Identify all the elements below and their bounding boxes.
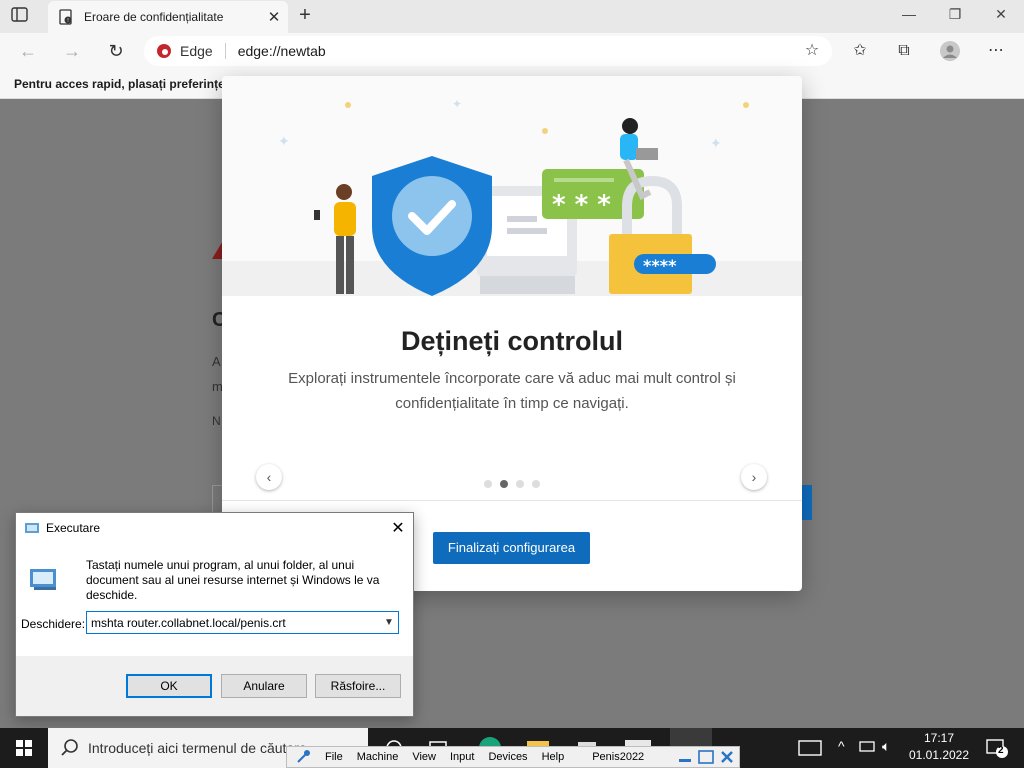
open-input-value: mshta router.collabnet.local/penis.crt <box>91 615 286 630</box>
minimize-vm-icon[interactable] <box>678 750 692 764</box>
page-text-fragment: N <box>212 414 221 428</box>
fullscreen-toggle-icon[interactable] <box>698 750 714 764</box>
warning-page-icon: ! <box>59 9 72 25</box>
new-tab-icon[interactable]: + <box>294 4 316 27</box>
network-icon[interactable] <box>858 740 876 756</box>
carousel-dot[interactable] <box>532 480 540 488</box>
run-close-icon[interactable]: ✕ <box>383 518 413 538</box>
clock[interactable]: 17:17 01.01.2022 <box>904 730 974 764</box>
start-button[interactable] <box>0 728 48 768</box>
svg-text:!: ! <box>67 18 69 24</box>
clock-date: 01.01.2022 <box>908 748 970 762</box>
browse-button[interactable]: Răsfoire... <box>315 674 401 698</box>
open-input[interactable]: mshta router.collabnet.local/penis.crt ▼ <box>86 611 399 634</box>
cancel-button[interactable]: Anulare <box>221 674 307 698</box>
tab-title: Eroare de confidențialitate <box>84 10 224 24</box>
tray-chevron-up-icon[interactable]: ^ <box>838 738 845 754</box>
tab-bar: ! Eroare de confidențialitate ✕ + — ❐ ✕ <box>0 0 1024 33</box>
page-text-fragment: A <box>212 354 221 369</box>
windows-logo-icon <box>16 740 32 756</box>
run-title: Executare <box>46 521 101 535</box>
notification-count: 2 <box>998 745 1004 756</box>
collections-icon[interactable]: ⧉ <box>894 41 914 61</box>
carousel-dot[interactable] <box>516 480 524 488</box>
tab-close-icon[interactable]: ✕ <box>260 8 288 26</box>
search-placeholder: Introduceți aici termenul de căutare <box>88 740 307 756</box>
modal-description: Explorați instrumentele încorporate care… <box>288 370 736 412</box>
chevron-down-icon[interactable]: ▼ <box>380 617 398 628</box>
address-bar[interactable]: Edge edge://newtab <box>144 36 832 66</box>
pin-icon[interactable] <box>295 749 311 765</box>
vm-menu-input[interactable]: Input <box>450 751 474 763</box>
vm-menu-file[interactable]: File <box>325 751 343 763</box>
vm-menu-machine[interactable]: Machine <box>357 751 399 763</box>
run-instruction: Tastați numele unui program, al unui fol… <box>86 558 380 602</box>
ok-button[interactable]: OK <box>126 674 212 698</box>
page-button-fragment <box>802 485 812 520</box>
refresh-icon[interactable]: ↻ <box>106 41 126 61</box>
more-menu-icon[interactable]: ⋯ <box>986 41 1006 61</box>
edge-logo-icon <box>157 44 171 58</box>
add-favorite-icon[interactable]: ☆ <box>802 41 822 61</box>
svg-text:✦: ✦ <box>452 97 462 111</box>
run-body: Tastați numele unui program, al unui fol… <box>16 543 413 656</box>
vm-menu-view[interactable]: View <box>412 751 436 763</box>
address-url: edge://newtab <box>237 43 326 59</box>
run-icon <box>25 523 39 533</box>
notifications-icon[interactable]: 2 <box>986 738 1008 758</box>
run-titlebar[interactable]: Executare ✕ <box>16 513 413 543</box>
close-vm-icon[interactable] <box>720 750 734 764</box>
restore-icon[interactable]: ❐ <box>940 6 970 23</box>
finish-setup-button[interactable]: Finalizați configurarea <box>433 532 590 564</box>
previous-slide-icon[interactable]: ‹ <box>256 464 282 490</box>
open-label: Deschidere: <box>21 617 86 631</box>
minimize-icon[interactable]: — <box>894 6 924 22</box>
hero-illustration: ✦ ✦ ✦ * * * **** <box>222 76 802 296</box>
forward-icon[interactable]: → <box>62 41 82 61</box>
svg-text:✦: ✦ <box>710 136 722 152</box>
search-icon <box>61 739 78 756</box>
vm-menu-devices[interactable]: Devices <box>488 751 527 763</box>
address-separator <box>224 43 226 59</box>
clock-time: 17:17 <box>923 731 955 745</box>
system-tray: ^ 🔈︎ <box>796 728 902 768</box>
modal-title: Dețineți controlul <box>401 326 623 356</box>
carousel-dots <box>484 480 548 488</box>
vm-name: Penis2022 <box>592 751 645 763</box>
tab-privacy-error[interactable]: ! Eroare de confidențialitate ✕ <box>48 1 288 33</box>
svg-text:✦: ✦ <box>278 134 290 150</box>
carousel-dot[interactable] <box>484 480 492 488</box>
lock-code: **** <box>643 256 677 275</box>
window-close-icon[interactable]: ✕ <box>986 6 1016 23</box>
vm-mini-toolbar: File Machine View Input Devices Help Pen… <box>286 746 740 768</box>
tab-actions-icon[interactable] <box>10 6 32 26</box>
profile-avatar[interactable] <box>940 41 960 61</box>
address-toolbar: ← → ↻ Edge edge://newtab ☆ ✩ ⧉ ⋯ <box>0 33 1024 69</box>
vm-menu-help[interactable]: Help <box>542 751 565 763</box>
next-slide-icon[interactable]: › <box>741 464 767 490</box>
run-program-icon <box>30 569 56 590</box>
volume-icon[interactable]: 🔈︎ <box>882 738 890 755</box>
carousel-dot-active[interactable] <box>500 480 508 488</box>
keyboard-icon[interactable] <box>798 739 822 757</box>
password-dots: * * * <box>552 190 611 220</box>
site-name: Edge <box>180 43 213 59</box>
run-dialog: Executare ✕ Tastați numele unui program,… <box>15 512 414 717</box>
favorites-icon[interactable]: ✩ <box>850 41 870 61</box>
back-icon[interactable]: ← <box>18 41 38 61</box>
